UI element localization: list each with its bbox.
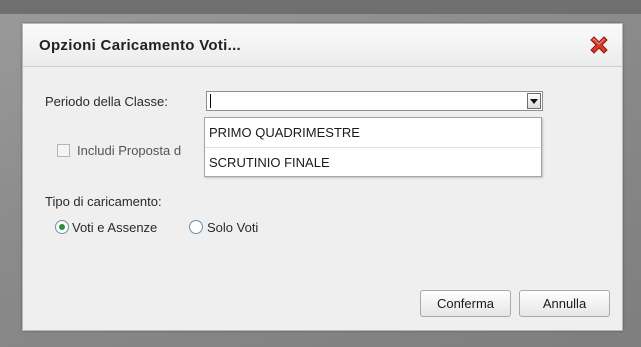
close-icon[interactable] xyxy=(586,32,612,58)
tipo-caricamento-label: Tipo di caricamento: xyxy=(45,194,162,209)
radio-solo-voti[interactable] xyxy=(189,220,203,234)
radio-solo-voti-label: Solo Voti xyxy=(207,220,259,235)
text-caret xyxy=(210,94,211,108)
radio-selected-dot xyxy=(59,224,65,230)
includi-proposta-checkbox[interactable] xyxy=(57,144,70,157)
options-dialog: Opzioni Caricamento Voti... Periodo dell… xyxy=(22,23,623,331)
dropdown-arrow-button[interactable] xyxy=(527,93,541,109)
periodo-select[interactable] xyxy=(206,91,543,111)
dropdown-option-scrutinio-finale[interactable]: SCRUTINIO FINALE xyxy=(205,147,541,176)
radio-voti-assenze[interactable] xyxy=(55,220,69,234)
confirm-button[interactable]: Conferma xyxy=(420,290,511,317)
includi-proposta-label: Includi Proposta d xyxy=(77,143,182,158)
periodo-dropdown-list: PRIMO QUADRIMESTRE SCRUTINIO FINALE xyxy=(204,117,542,177)
dropdown-option-primo-quadrimestre[interactable]: PRIMO QUADRIMESTRE xyxy=(205,118,541,147)
radio-voti-assenze-label: Voti e Assenze xyxy=(72,220,158,235)
periodo-label: Periodo della Classe: xyxy=(45,94,168,109)
dialog-titlebar: Opzioni Caricamento Voti... xyxy=(23,24,622,67)
cancel-button[interactable]: Annulla xyxy=(519,290,610,317)
background-strip xyxy=(0,0,641,14)
chevron-down-icon xyxy=(530,99,538,104)
dialog-title: Opzioni Caricamento Voti... xyxy=(39,37,242,54)
